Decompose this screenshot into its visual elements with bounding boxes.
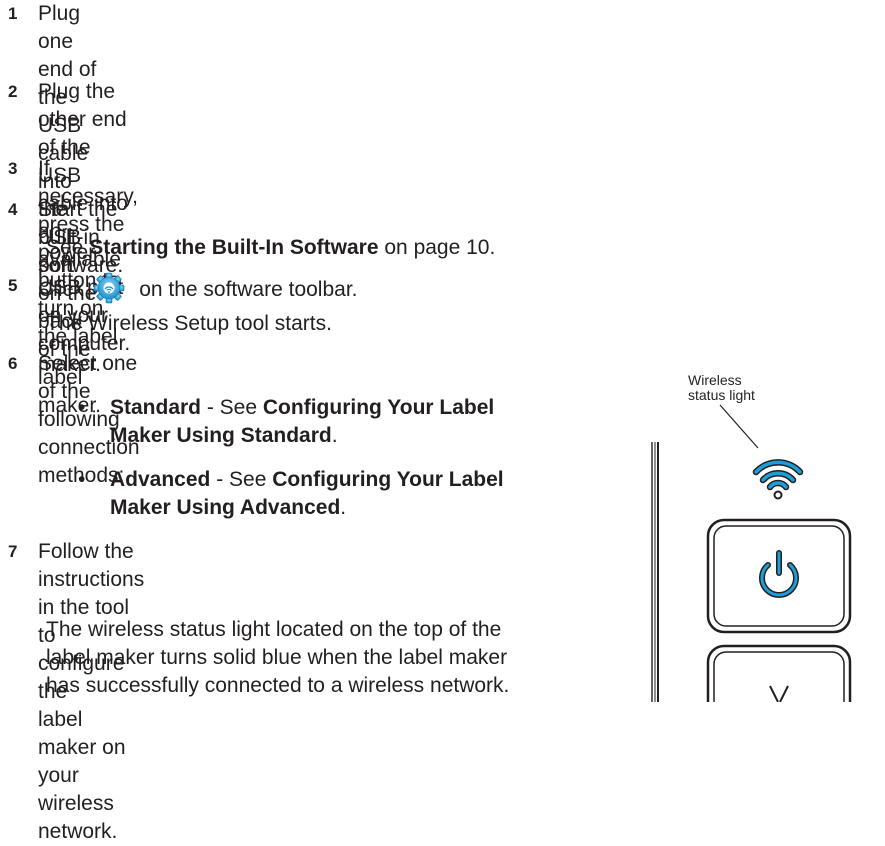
bullet-term: Advanced [110,468,211,491]
note-text: on page 10. [378,236,496,259]
bullet-term: Standard [110,396,202,419]
step-number: 2 [8,82,18,101]
bullet-dot: • [78,468,86,491]
step-number: 1 [8,4,18,23]
step-4-note: See Starting the Built-In Software on pa… [46,234,495,262]
step-number: 7 [8,542,18,561]
step-number: 4 [8,200,18,219]
note-text: See [46,236,90,259]
bullet-separator: - See [201,396,263,419]
bullet-dot: • [78,396,86,419]
note-line: has successfully connected to a wireless… [46,674,510,697]
bullet-end: . [340,496,347,519]
step-5-note: The Wireless Setup tool starts. [46,312,332,335]
next-button [706,644,852,702]
power-button [706,518,852,634]
callout-label: Wireless [688,372,742,388]
step-text: Click [38,278,84,301]
wireless-status-light-callout: Wireless status light [688,373,755,403]
step-number: 6 [8,354,18,373]
wireless-setup-gear-icon [94,272,125,304]
bullet-end: . [331,424,338,447]
bullet-separator: - See [210,468,273,491]
cross-reference-link[interactable]: Configuring Your Label [263,396,494,419]
note-line: The wireless status light located on the… [46,618,502,641]
step-number: 3 [8,159,18,178]
step-number: 5 [8,276,18,295]
step-text: on the software toolbar. [139,278,358,301]
cross-reference-link[interactable]: Starting the Built-In Software [89,236,378,259]
callout-leader-line [719,404,759,449]
label-maker-illustration [651,404,852,702]
device-edge [651,442,659,702]
wireless-status-light-icon [752,459,804,500]
step-text-line: label maker on your wireless network. [38,708,126,843]
cross-reference-link[interactable]: Maker Using Advanced [110,496,340,519]
cross-reference-link[interactable]: Configuring Your Label [272,468,503,491]
note-line: label maker turns solid blue when the la… [46,646,508,669]
cross-reference-link[interactable]: Maker Using Standard [110,424,332,447]
step-7-note: The wireless status light located on the… [46,616,509,700]
